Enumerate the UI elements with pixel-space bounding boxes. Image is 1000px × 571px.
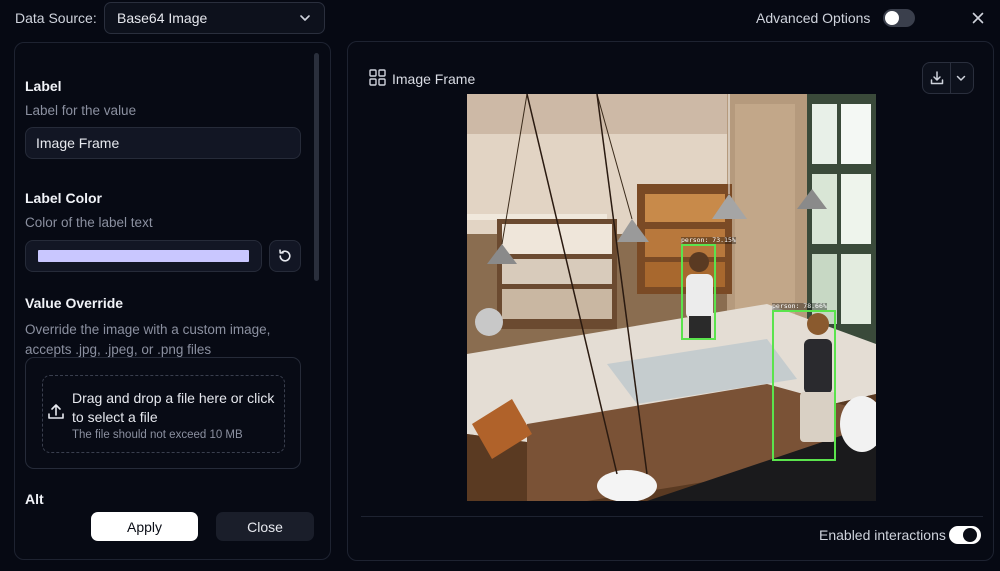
detection-label: person: 78.66% xyxy=(772,302,827,310)
advanced-options-label: Advanced Options xyxy=(756,10,871,26)
preview-divider xyxy=(361,516,983,517)
detection-label: person: 73.15% xyxy=(681,236,736,244)
value-override-description: Override the image with a custom image, … xyxy=(25,322,271,357)
data-source-label: Data Source: xyxy=(15,10,97,26)
file-dropzone-container: Drag and drop a file here or click to se… xyxy=(25,357,301,469)
preview-image[interactable]: person: 73.15% person: 78.66% xyxy=(467,94,876,501)
value-override-title: Value Override xyxy=(25,295,124,311)
close-button[interactable]: Close xyxy=(216,512,314,541)
label-color-title: Label Color xyxy=(25,190,103,206)
detection-box: person: 73.15% xyxy=(681,237,736,340)
advanced-options-toggle[interactable] xyxy=(883,9,915,27)
toggle-knob xyxy=(885,11,899,25)
alt-field-title: Alt xyxy=(25,491,44,507)
detection-box: person: 78.66% xyxy=(772,303,836,461)
download-icon[interactable] xyxy=(929,70,945,86)
download-separator xyxy=(950,63,951,93)
toggle-knob xyxy=(963,528,977,542)
enabled-interactions-toggle[interactable] xyxy=(949,526,981,544)
data-source-select[interactable]: Base64 Image xyxy=(104,2,325,34)
file-dropzone[interactable]: Drag and drop a file here or click to se… xyxy=(42,375,285,453)
preview-panel: Image Frame person: 73.15% person: 78.66… xyxy=(347,41,994,561)
label-color-swatch xyxy=(38,250,249,262)
top-bar: Data Source: Base64 Image Advanced Optio… xyxy=(0,0,1000,36)
apply-button[interactable]: Apply xyxy=(91,512,198,541)
label-field-title: Label xyxy=(25,78,62,94)
reset-icon xyxy=(279,249,291,262)
label-color-description: Color of the label text xyxy=(25,215,153,230)
dropzone-size-note: The file should not exceed 10 MB xyxy=(72,429,243,441)
label-field-description: Label for the value xyxy=(25,103,137,118)
enabled-interactions-label: Enabled interactions xyxy=(819,527,946,543)
download-button-group xyxy=(922,62,974,94)
upload-icon xyxy=(48,404,64,419)
chevron-down-icon xyxy=(300,15,310,21)
label-input[interactable]: Image Frame xyxy=(25,127,301,159)
close-icon[interactable] xyxy=(970,10,986,26)
image-frame-icon xyxy=(369,69,386,86)
settings-panel: Label Label for the value Image Frame La… xyxy=(14,42,331,560)
settings-scrollbar[interactable] xyxy=(314,53,319,281)
data-source-value: Base64 Image xyxy=(117,10,208,26)
reset-color-button[interactable] xyxy=(269,240,301,272)
preview-title: Image Frame xyxy=(392,71,476,87)
chevron-down-icon[interactable] xyxy=(955,72,967,84)
label-color-input[interactable] xyxy=(25,240,262,272)
dropzone-text: Drag and drop a file here or click to se… xyxy=(72,390,275,425)
